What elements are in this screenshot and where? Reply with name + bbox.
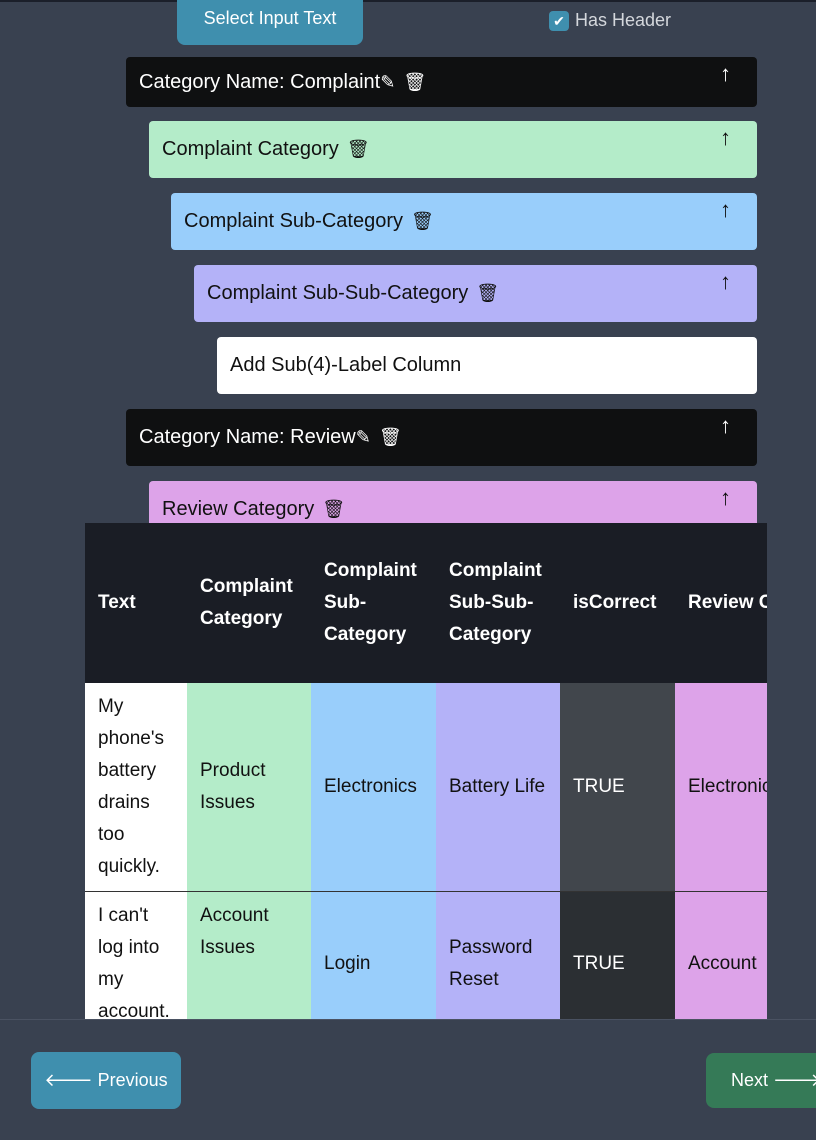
next-button[interactable]: Next 🡒 bbox=[706, 1053, 816, 1108]
table-cell: I can't log into my account. bbox=[85, 891, 187, 1019]
column-header: Complaint Sub-Category bbox=[324, 560, 417, 645]
table-cell: Account Issues bbox=[187, 891, 311, 1019]
table-cell: Battery Life bbox=[436, 683, 560, 892]
checkbox-checked-icon[interactable]: ✔ bbox=[549, 10, 569, 31]
table-cell: Account bbox=[675, 891, 767, 1019]
table-cell: TRUE bbox=[560, 891, 675, 1019]
label-name: Review Category bbox=[162, 498, 315, 520]
add-sub-label-column-button[interactable]: Add Sub(4)-Label Column bbox=[217, 337, 757, 394]
arrow-up-icon[interactable]: ↑ bbox=[720, 125, 731, 151]
category-name: Category Name: Complaint bbox=[139, 70, 381, 93]
edit-icon[interactable]: ✎ bbox=[356, 427, 371, 448]
table-cell: TRUE bbox=[560, 683, 675, 892]
trash-icon[interactable]: 🗑 bbox=[403, 72, 426, 93]
select-input-text-button[interactable]: Select Input Text bbox=[177, 0, 363, 45]
column-header: Text bbox=[98, 592, 136, 613]
label-column-complaint-sub-category: Complaint Sub-Category 🗑 ↑ bbox=[171, 193, 757, 250]
table-cell: Login bbox=[311, 891, 436, 1019]
category-row-review: Category Name: Review ✎ 🗑 ↑ bbox=[126, 409, 757, 466]
column-header: isCorrect bbox=[573, 592, 657, 613]
data-table: Text Complaint Category Complaint Sub-Ca… bbox=[85, 523, 767, 1019]
arrow-right-icon: 🡒 bbox=[768, 1070, 816, 1090]
trash-icon[interactable]: 🗑 bbox=[476, 283, 499, 304]
arrow-up-icon[interactable]: ↑ bbox=[720, 269, 731, 295]
label-name: Complaint Sub-Category bbox=[184, 210, 403, 232]
arrow-up-icon[interactable]: ↑ bbox=[720, 61, 731, 87]
table-cell: My phone's battery drains too quickly. bbox=[85, 683, 187, 892]
trash-icon[interactable]: 🗑 bbox=[379, 427, 402, 448]
table-row: I can't log into my account. Account Iss… bbox=[85, 891, 767, 1019]
label-name: Complaint Category bbox=[162, 138, 339, 160]
arrow-up-icon[interactable]: ↑ bbox=[720, 197, 731, 223]
category-name: Category Name: Review bbox=[139, 426, 356, 448]
trash-icon[interactable]: 🗑 bbox=[411, 211, 434, 232]
top-border bbox=[0, 0, 816, 2]
arrow-up-icon[interactable]: ↑ bbox=[720, 485, 731, 511]
table-cell: Electronics bbox=[311, 683, 436, 892]
column-header: Complaint Category bbox=[200, 576, 293, 629]
arrow-left-icon: 🡐 bbox=[44, 1070, 98, 1090]
column-header: Review Category bbox=[688, 592, 767, 613]
add-label: Add Sub(4)-Label Column bbox=[230, 354, 462, 376]
label-name: Complaint Sub-Sub-Category bbox=[207, 282, 469, 304]
trash-icon[interactable]: 🗑 bbox=[347, 139, 370, 160]
table-cell: Product Issues bbox=[187, 683, 311, 892]
arrow-up-icon[interactable]: ↑ bbox=[720, 413, 731, 439]
table-cell: Electronics bbox=[675, 683, 767, 892]
previous-button[interactable]: 🡐 Previous bbox=[31, 1052, 181, 1109]
table-row: My phone's battery drains too quickly. P… bbox=[85, 683, 767, 892]
column-header: Complaint Sub-Sub-Category bbox=[449, 560, 542, 645]
edit-icon[interactable]: ✎ bbox=[380, 72, 395, 93]
table-cell: Password Reset bbox=[436, 891, 560, 1019]
label-column-complaint-category: Complaint Category 🗑 ↑ bbox=[149, 121, 757, 178]
has-header-label: Has Header bbox=[575, 10, 672, 30]
trash-icon[interactable]: 🗑 bbox=[322, 499, 345, 520]
has-header-checkbox[interactable]: ✔ Has Header bbox=[549, 10, 671, 31]
label-column-complaint-sub-sub-category: Complaint Sub-Sub-Category 🗑 ↑ bbox=[194, 265, 757, 322]
previous-label: Previous bbox=[97, 1070, 168, 1090]
category-row-complaint: Category Name: Complaint ✎ 🗑 ↑ bbox=[126, 57, 757, 107]
next-label: Next bbox=[731, 1070, 769, 1090]
